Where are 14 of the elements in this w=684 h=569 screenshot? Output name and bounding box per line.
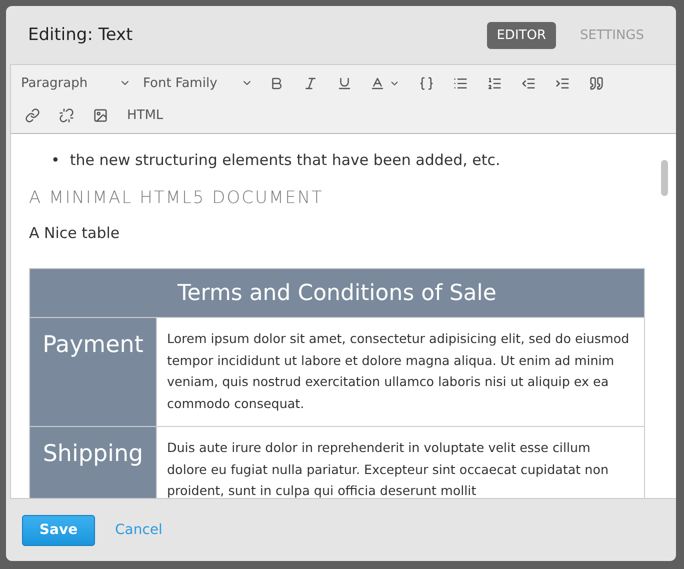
table-cell: Lorem ipsum dolor sit amet, consectetur adipisicing elit, sed do eiusmod tempor incididunt ut labore et dolore magna aliqua. Ut enim ad minim veniam, quis nostrud exercitation ullamco laboris nisi ut aliquip ex ea commodo consequat. <box>156 318 644 426</box>
html-button[interactable]: HTML <box>119 108 172 122</box>
table-caption: Terms and Conditions of Sale <box>30 268 644 318</box>
section-heading: A MINIMAL HTML5 DOCUMENT <box>29 188 324 208</box>
paragraph: A Nice table <box>29 224 121 242</box>
bullet-marker: • <box>51 150 60 170</box>
format-dropdown[interactable]: Font Family <box>139 76 257 90</box>
scrollbar-thumb[interactable] <box>661 160 668 196</box>
row-header: Payment <box>30 318 156 426</box>
format-dropdown[interactable]: Paragraph <box>17 76 135 90</box>
dialog-title: Editing: Text <box>28 25 134 45</box>
tab[interactable]: EDITOR <box>486 22 556 48</box>
bullet-item: the new structuring elements that have been added, etc. <box>70 150 500 170</box>
row-header: Shipping <box>30 426 156 498</box>
